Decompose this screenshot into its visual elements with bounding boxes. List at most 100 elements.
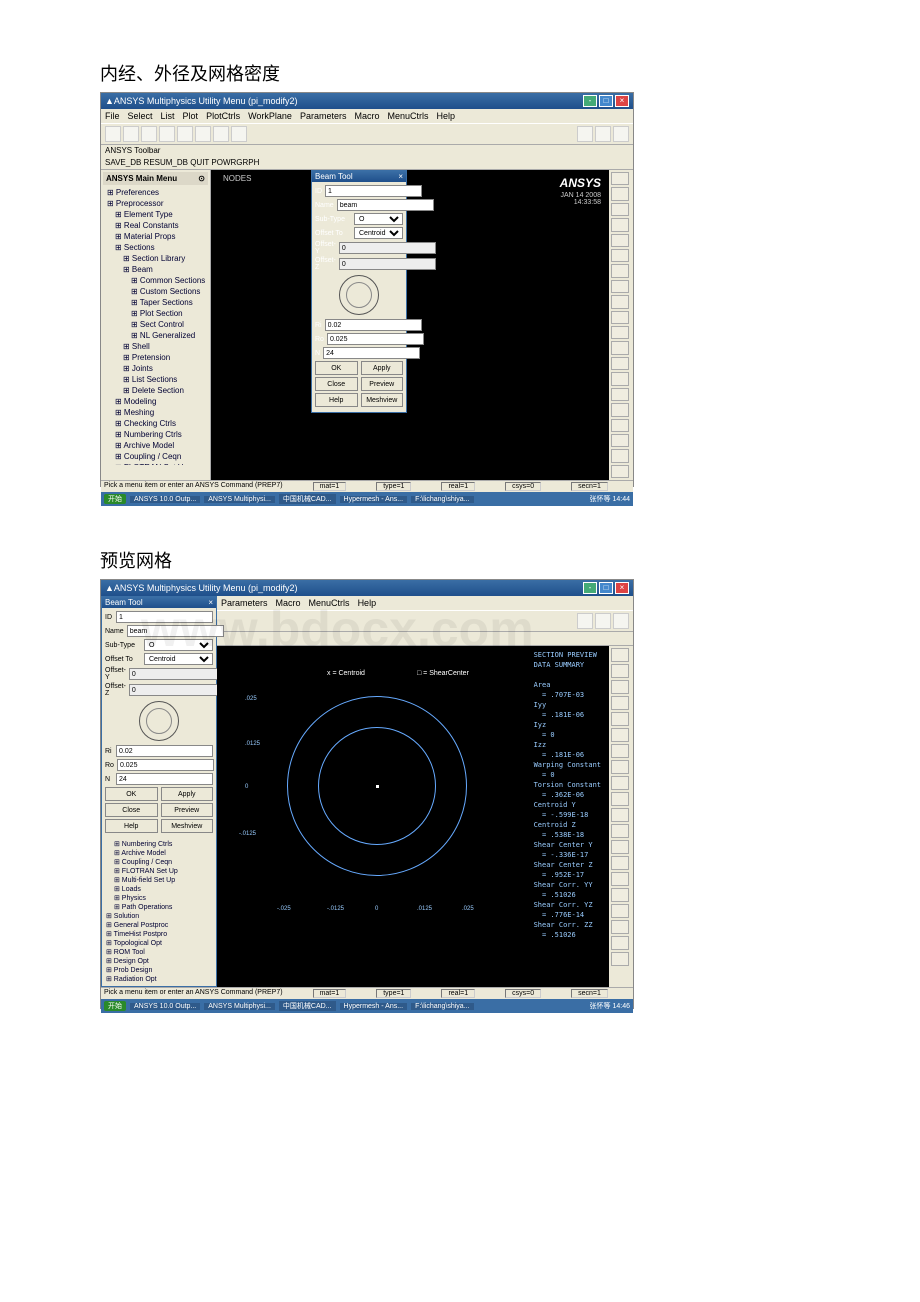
help-button-2[interactable]: Help	[105, 819, 158, 833]
view-oblique-icon[interactable]	[611, 187, 629, 200]
menu-parameters[interactable]: Parameters	[300, 111, 347, 121]
dialog-close-icon[interactable]: ×	[398, 172, 403, 181]
toolbar-print-icon[interactable]	[177, 126, 193, 142]
task-folder[interactable]: F:\lichang\shiya...	[411, 496, 473, 503]
pan-up-icon[interactable]	[611, 388, 629, 401]
system-tray[interactable]: 张怀等 14:44	[590, 494, 630, 504]
preview-button[interactable]: Preview	[361, 377, 404, 391]
zoom-out-icon-2[interactable]	[611, 808, 629, 822]
zoom-in-icon-2[interactable]	[611, 792, 629, 806]
meshview-button-2[interactable]: Meshview	[161, 819, 214, 833]
tree-item[interactable]: ⊞ Element Type	[105, 209, 206, 220]
view-back-icon-2[interactable]	[611, 696, 629, 710]
view-oblique-icon-2[interactable]	[611, 664, 629, 678]
toolbar-extra2-icon[interactable]	[595, 126, 611, 142]
dynamic-icon-2[interactable]	[611, 904, 629, 918]
toolbar-open-icon[interactable]	[123, 126, 139, 142]
menu-workplane[interactable]: WorkPlane	[248, 111, 292, 121]
menu-list[interactable]: List	[161, 111, 175, 121]
tree-item[interactable]: ⊞ Delete Section	[105, 385, 206, 396]
task-cad-2[interactable]: 中国机械CAD...	[279, 1001, 336, 1011]
zoom-fit-icon-2[interactable]	[611, 776, 629, 790]
ri-input-2[interactable]	[116, 745, 213, 757]
view-iso-icon[interactable]	[611, 172, 629, 185]
maximize-button-2[interactable]: □	[599, 582, 613, 594]
view-top-icon[interactable]	[611, 234, 629, 247]
tree-item[interactable]: ⊞ General Postproc	[104, 921, 214, 930]
menu-plotctrls[interactable]: PlotCtrls	[206, 111, 240, 121]
view-iso-icon-2[interactable]	[611, 648, 629, 662]
tree-item[interactable]: ⊞ Sect Control	[105, 319, 206, 330]
menu-file[interactable]: File	[105, 111, 120, 121]
toolbar-extra3-icon[interactable]	[613, 126, 629, 142]
titlebar-2[interactable]: ▲ ANSYS Multiphysics Utility Menu (pi_mo…	[101, 580, 633, 596]
graphics-canvas-2[interactable]: SECTION PREVIEW DATA SUMMARY Area = .707…	[217, 646, 609, 987]
zoom-back-icon[interactable]	[611, 357, 629, 370]
tree-item[interactable]: ⊞ FLOTRAN Set Up	[104, 867, 214, 876]
tree-item[interactable]: ⊞ Coupling / Ceqn	[104, 858, 214, 867]
zoom-in-icon[interactable]	[611, 311, 629, 324]
name-input[interactable]	[337, 199, 434, 211]
close-button-dialog[interactable]: Close	[315, 377, 358, 391]
tree-item[interactable]: ⊞ Material Props	[105, 231, 206, 242]
meshview-button[interactable]: Meshview	[361, 393, 404, 407]
close-button[interactable]: ×	[615, 95, 629, 107]
offsetto-select[interactable]: Centroid	[354, 227, 403, 239]
toolbar-new-icon[interactable]	[105, 126, 121, 142]
preview-button-2[interactable]: Preview	[161, 803, 214, 817]
titlebar[interactable]: ▲ ANSYS Multiphysics Utility Menu (pi_mo…	[101, 93, 633, 109]
view-right-icon-2[interactable]	[611, 760, 629, 774]
view-back-icon[interactable]	[611, 218, 629, 231]
tree-item[interactable]: ⊞ Preferences	[105, 187, 206, 198]
menu-macro[interactable]: Macro	[354, 111, 379, 121]
apply-button[interactable]: Apply	[361, 361, 404, 375]
tree-item[interactable]: ⊞ NL Generalized	[105, 330, 206, 341]
dialog-titlebar-2[interactable]: Beam Tool ×	[102, 597, 216, 608]
rotate-icon-2[interactable]	[611, 856, 629, 870]
tree-item[interactable]: ⊞ TimeHist Postpro	[104, 930, 214, 939]
tree-item[interactable]: ⊞ Prob Design	[104, 966, 214, 975]
tree-item[interactable]: ⊞ Real Constants	[105, 220, 206, 231]
task-cad[interactable]: 中国机械CAD...	[279, 494, 336, 504]
zoom-box-icon[interactable]	[611, 341, 629, 354]
ri-input[interactable]	[325, 319, 422, 331]
windows-taskbar[interactable]: 开始 ANSYS 10.0 Outp... ANSYS Multiphysi..…	[101, 492, 633, 506]
tree-item[interactable]: ⊞ Shell	[105, 341, 206, 352]
help-button[interactable]: Help	[315, 393, 358, 407]
rotate-y-icon[interactable]	[611, 465, 629, 478]
tree-item[interactable]: ⊞ Design Opt	[104, 957, 214, 966]
tree-item[interactable]: ⊞ Joints	[105, 363, 206, 374]
toolbar-raise-icon[interactable]	[231, 126, 247, 142]
start-button[interactable]: 开始	[104, 494, 126, 504]
task-ansys-mp-2[interactable]: ANSYS Multiphysi...	[204, 1003, 275, 1010]
tree-item[interactable]: ⊞ Checking Ctrls	[105, 418, 206, 429]
tree-item[interactable]: ⊞ FLOTRAN Set Up	[105, 462, 206, 465]
tree-item[interactable]: ⊞ Archive Model	[105, 440, 206, 451]
tree-item[interactable]: ⊞ Taper Sections	[105, 297, 206, 308]
graphics-canvas[interactable]: NODES ANSYS JAN 14 2008 14:33:58 Beam To…	[211, 170, 609, 480]
tree-item[interactable]: ⊞ Section Library	[105, 253, 206, 264]
tree-item[interactable]: ⊞ Solution	[104, 912, 214, 921]
tree-item[interactable]: ⊞ Beam	[105, 264, 206, 275]
subtype-select-2[interactable]: O	[144, 639, 213, 651]
view-bot-icon[interactable]	[611, 249, 629, 262]
ro-input-2[interactable]	[117, 759, 214, 771]
apply-button-2[interactable]: Apply	[161, 787, 214, 801]
toolbar-report-icon[interactable]	[195, 126, 211, 142]
minimize-button[interactable]: -	[583, 95, 597, 107]
view-left-icon-2[interactable]	[611, 744, 629, 758]
view-front-icon[interactable]	[611, 203, 629, 216]
menu-select[interactable]: Select	[128, 111, 153, 121]
toolbar-save-icon[interactable]	[141, 126, 157, 142]
minimize-button-2[interactable]: -	[583, 582, 597, 594]
name-input-2[interactable]	[127, 625, 224, 637]
zoom-back-icon-2[interactable]	[611, 840, 629, 854]
tree-item[interactable]: ⊞ Custom Sections	[105, 286, 206, 297]
tree-item[interactable]: ⊞ Coupling / Ceqn	[105, 451, 206, 462]
main-menu-tree[interactable]: ⊞ Preferences⊞ Preprocessor⊞ Element Typ…	[103, 185, 208, 465]
tree-item[interactable]: ⊞ Preprocessor	[105, 198, 206, 209]
zoom-fit-icon[interactable]	[611, 295, 629, 308]
pan-down-icon-2[interactable]	[611, 888, 629, 902]
menu-help-2[interactable]: Help	[358, 598, 377, 608]
dialog-close-icon-2[interactable]: ×	[208, 598, 213, 607]
